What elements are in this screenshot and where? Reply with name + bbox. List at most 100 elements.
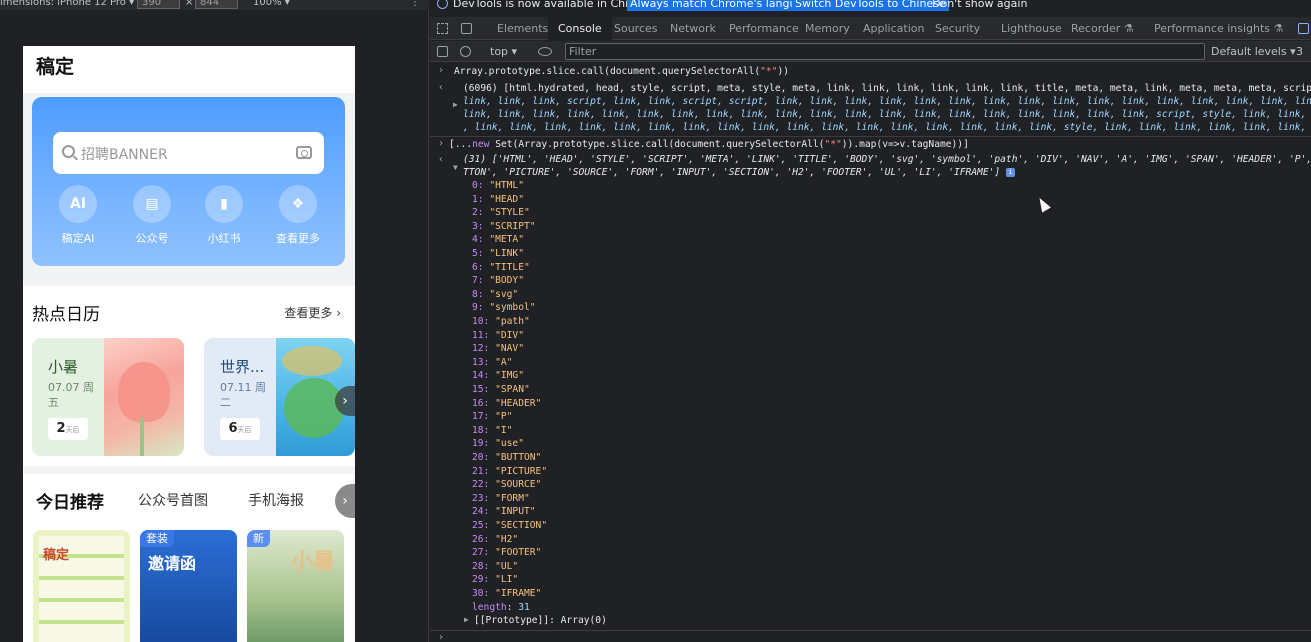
console-command[interactable]: [...new Set(Array.prototype.slice.call(d… bbox=[449, 138, 969, 152]
app-header: 稿定 bbox=[23, 46, 355, 93]
tab-performance-insights[interactable]: Performance insights ⚗ bbox=[1154, 17, 1283, 40]
height-input[interactable]: 844 bbox=[195, 0, 238, 9]
section-title: 热点日历 bbox=[32, 305, 100, 325]
array-value: "I" bbox=[495, 424, 513, 436]
document-icon: ▤ bbox=[133, 185, 171, 223]
array-value: "IFRAME" bbox=[495, 588, 542, 599]
devtools-panel: DevTools is now available in Chinese! Al… bbox=[430, 0, 1311, 642]
tab-sources[interactable]: Sources bbox=[614, 17, 658, 40]
tab-network[interactable]: Network bbox=[670, 17, 716, 40]
array-value: "A" bbox=[495, 356, 513, 368]
array-entry-row: 27: "FOOTER" bbox=[472, 546, 541, 560]
console-result-line: link, link, link, link, link, link, link… bbox=[463, 109, 1311, 120]
poster-tag: 新 bbox=[247, 530, 270, 547]
array-index: 18: bbox=[472, 424, 496, 436]
tab-application[interactable]: Application bbox=[863, 17, 924, 40]
hot-calendar-section: 热点日历 查看更多 › 小暑 07.07 周五 2天后 世界... 07.11 … bbox=[23, 286, 355, 466]
array-entry-row: 6: "TITLE" bbox=[472, 261, 530, 275]
context-select[interactable]: top ▾ bbox=[490, 45, 517, 58]
match-language-button[interactable]: Always match Chrome's language bbox=[627, 0, 820, 11]
device-toggle-icon[interactable] bbox=[461, 23, 472, 34]
poster-card[interactable]: 稿定 bbox=[33, 530, 130, 642]
console-command[interactable]: Array.prototype.slice.call(document.quer… bbox=[454, 65, 789, 79]
prototype-row[interactable]: [[Prototype]]: Array(0) bbox=[474, 614, 607, 628]
quick-item-ai[interactable]: AI 稿定AI bbox=[48, 185, 108, 246]
dont-show-again-link[interactable]: Don't show again bbox=[932, 0, 1027, 10]
more-options-icon[interactable]: ⋮ bbox=[410, 0, 420, 8]
array-entry-row: 19: "use" bbox=[472, 437, 524, 451]
console-result-line[interactable]: (6096) [html.hydrated, head, style, scri… bbox=[463, 82, 1311, 96]
array-entry-row: 15: "SPAN" bbox=[472, 383, 530, 397]
array-entry-row: 29: "LI" bbox=[472, 573, 518, 587]
quick-item-more[interactable]: ❖ 查看更多 bbox=[268, 185, 328, 246]
poster-card[interactable]: 新 小暑 bbox=[247, 530, 344, 642]
array-entry-row: 22: "SOURCE" bbox=[472, 478, 541, 492]
array-entry-row: 17: "P" bbox=[472, 410, 512, 424]
poster-title: 稿定 bbox=[43, 548, 70, 563]
quick-item-label: 公众号 bbox=[135, 232, 169, 245]
switch-chinese-button[interactable]: Switch DevTools to Chinese bbox=[792, 0, 949, 11]
length-row: length: 31 bbox=[472, 602, 530, 613]
tab-recorder[interactable]: Recorder ⚗ bbox=[1071, 17, 1134, 40]
array-value: "INPUT" bbox=[495, 506, 536, 518]
zoom-select[interactable]: 100% ▾ bbox=[253, 0, 290, 8]
array-entry-row: 30: "IFRAME" bbox=[472, 587, 541, 601]
info-badge-icon[interactable]: i bbox=[1005, 167, 1015, 177]
quick-item-wechat[interactable]: ▤ 公众号 bbox=[122, 185, 182, 246]
tab-lighthouse[interactable]: Lighthouse bbox=[1001, 17, 1062, 40]
prototype-triangle-icon[interactable]: ▶ bbox=[464, 615, 469, 624]
poster-tag: 套装 bbox=[140, 530, 174, 547]
eye-icon[interactable] bbox=[538, 47, 552, 56]
device-pane: imensions: iPhone 12 Pro ▾ 390 × 844 100… bbox=[0, 0, 429, 642]
array-value: "FOOTER" bbox=[495, 547, 542, 559]
app-title: 稿定 bbox=[36, 56, 75, 78]
recommend-tabs: 今日推荐 公众号首图 手机海报 bbox=[23, 490, 355, 514]
tab-security[interactable]: Security bbox=[935, 17, 980, 40]
sidebar-toggle-icon[interactable] bbox=[437, 46, 448, 57]
array-value: "PICTURE" bbox=[495, 465, 548, 477]
devtools-tabbar: Elements Console Sources Network Perform… bbox=[430, 17, 1311, 40]
array-index: 8: bbox=[472, 288, 490, 300]
camera-icon[interactable] bbox=[296, 146, 312, 159]
tab-console[interactable]: Console bbox=[548, 17, 612, 40]
array-index: 4: bbox=[472, 234, 490, 246]
tab-today[interactable]: 今日推荐 bbox=[36, 488, 104, 513]
prompt-arrow-icon: › bbox=[438, 632, 445, 642]
console-result-line[interactable]: (31) ['HTML', 'HEAD', 'STYLE', 'SCRIPT',… bbox=[463, 153, 1311, 167]
calendar-card[interactable]: 世界... 07.11 周二 6天后 bbox=[204, 338, 355, 456]
event-name: 世界... bbox=[220, 358, 265, 376]
clear-console-icon[interactable] bbox=[460, 46, 471, 57]
days-unit: 天后 bbox=[237, 426, 252, 434]
chat-icon[interactable] bbox=[1298, 23, 1309, 34]
tab-performance[interactable]: Performance bbox=[729, 17, 799, 40]
phone-viewport: 稿定 招聘BANNER AI 稿定AI ▤ 公众号 ▮ 小红书 ❖ 查看更多 热… bbox=[23, 46, 355, 642]
days-count: 6 bbox=[228, 421, 238, 436]
tab-memory[interactable]: Memory bbox=[805, 17, 850, 40]
log-levels-select[interactable]: Default levels ▾ bbox=[1211, 45, 1296, 58]
poster-title: 邀请函 bbox=[148, 554, 197, 573]
inspect-icon[interactable] bbox=[437, 23, 448, 34]
device-select[interactable]: imensions: iPhone 12 Pro ▾ bbox=[0, 0, 134, 8]
array-entry-row: 23: "FORM" bbox=[472, 492, 530, 506]
console-toolbar: top ▾ Filter Default levels ▾ 3 bbox=[430, 41, 1311, 62]
search-input[interactable]: 招聘BANNER bbox=[53, 132, 324, 174]
tab-elements[interactable]: Elements bbox=[497, 17, 548, 40]
tab-phone-poster[interactable]: 手机海报 bbox=[248, 490, 304, 510]
quick-item-xiaohongshu[interactable]: ▮ 小红书 bbox=[194, 185, 254, 246]
width-input[interactable]: 390 bbox=[137, 0, 180, 9]
array-index: 25: bbox=[472, 520, 496, 531]
tab-wechat-cover[interactable]: 公众号首图 bbox=[138, 490, 208, 510]
array-index: 16: bbox=[472, 397, 496, 409]
array-entry-row: 10: "path" bbox=[472, 315, 530, 329]
array-value: "TITLE" bbox=[489, 261, 530, 273]
array-entry-row: 11: "DIV" bbox=[472, 329, 524, 343]
expand-triangle-icon[interactable]: ▶ bbox=[453, 100, 458, 109]
filter-input[interactable]: Filter bbox=[565, 43, 1205, 60]
view-more-link[interactable]: 查看更多 › bbox=[284, 304, 341, 321]
tulip-illustration bbox=[104, 338, 184, 456]
array-entry-row: 26: "H2" bbox=[472, 533, 518, 547]
issues-count[interactable]: 3 bbox=[1296, 45, 1303, 58]
calendar-card[interactable]: 小暑 07.07 周五 2天后 bbox=[32, 338, 184, 456]
poster-card[interactable]: 套装 邀请函 bbox=[140, 530, 237, 642]
expanded-triangle-icon[interactable]: ▼ bbox=[453, 163, 458, 172]
